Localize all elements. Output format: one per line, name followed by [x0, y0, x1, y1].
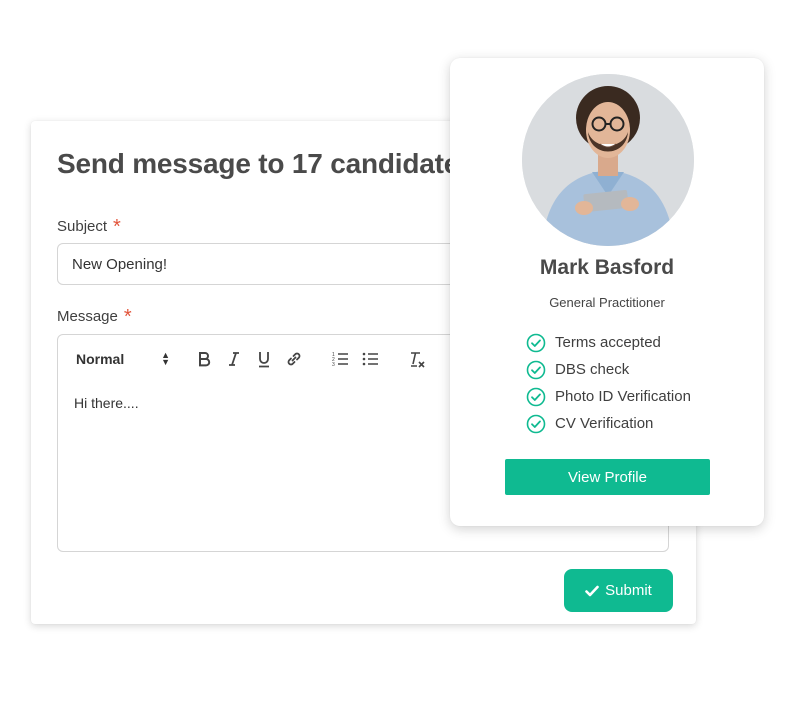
candidate-role: General Practitioner: [549, 295, 665, 310]
link-icon[interactable]: [284, 349, 304, 369]
required-asterisk: *: [113, 216, 121, 238]
bullet-list-icon[interactable]: [361, 349, 379, 369]
format-select-value: Normal: [76, 351, 125, 367]
list-item: DBS check: [526, 356, 691, 383]
candidate-profile-card: Mark Basford General Practitioner Terms …: [450, 58, 764, 526]
underline-icon[interactable]: [255, 349, 273, 369]
svg-text:3: 3: [332, 362, 335, 367]
message-label-row: Message *: [57, 304, 132, 328]
checklist-label: DBS check: [555, 361, 630, 378]
avatar: [522, 74, 694, 246]
checkmark-icon: [585, 585, 599, 596]
check-circle-icon: [526, 414, 546, 433]
submit-button[interactable]: Submit: [564, 569, 673, 612]
candidate-name: Mark Basford: [539, 256, 675, 279]
check-circle-icon: [526, 387, 546, 406]
clear-format-icon[interactable]: [408, 349, 426, 369]
list-item: Photo ID Verification: [526, 383, 691, 410]
check-circle-icon: [526, 360, 546, 379]
check-circle-icon: [526, 333, 546, 352]
form-title: Send message to 17 candidates: [57, 148, 475, 179]
checklist-label: Photo ID Verification: [555, 388, 691, 405]
list-item: Terms accepted: [526, 329, 691, 356]
required-asterisk: *: [123, 306, 132, 328]
checklist-label: CV Verification: [555, 415, 654, 432]
editor-body-text[interactable]: Hi there....: [74, 395, 139, 411]
submit-label: Submit: [605, 582, 652, 599]
ordered-list-icon[interactable]: 123: [331, 349, 349, 369]
subject-label-row: Subject *: [57, 214, 121, 238]
select-arrows-icon: ▲ ▼: [161, 350, 170, 367]
list-item: CV Verification: [526, 410, 691, 437]
subject-label: Subject: [57, 218, 108, 235]
italic-icon[interactable]: [225, 349, 243, 369]
checklist-label: Terms accepted: [555, 334, 661, 351]
verification-checklist: Terms accepted DBS check Photo ID Verifi…: [526, 329, 691, 437]
message-label: Message: [57, 308, 118, 325]
format-select[interactable]: Normal ▲ ▼: [76, 349, 170, 369]
bold-icon[interactable]: [195, 349, 213, 369]
view-profile-button[interactable]: View Profile: [505, 459, 710, 495]
